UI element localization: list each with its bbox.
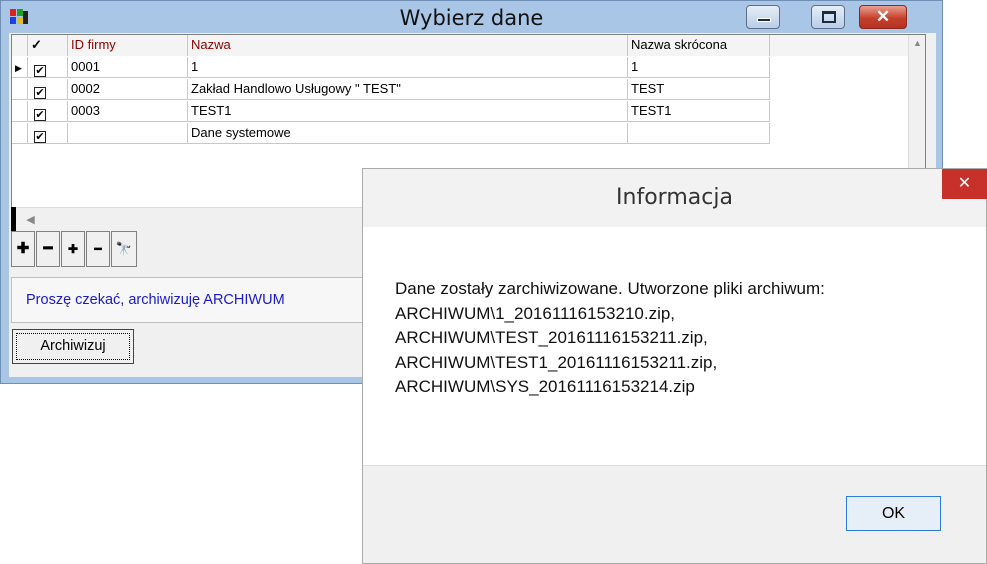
window-title: Wybierz dane	[399, 6, 544, 30]
row-indicator	[12, 101, 28, 122]
plus-small-icon: ✚	[67, 242, 79, 256]
grid-indicator-bar	[11, 207, 16, 231]
row-indicator: ▶	[12, 57, 28, 78]
dialog-footer: OK	[363, 465, 986, 563]
archive-button[interactable]: Archiwizuj	[12, 329, 134, 364]
close-icon: ✕	[875, 7, 891, 26]
row-checkbox[interactable]: ✔	[34, 65, 46, 77]
cell-name[interactable]: TEST1	[188, 101, 628, 122]
maximize-icon	[822, 11, 836, 23]
cell-id[interactable]	[68, 123, 188, 144]
status-text: Proszę czekać, archiwizuję ARCHIWUM	[26, 292, 285, 308]
scroll-left-icon[interactable]: ◀	[22, 210, 39, 230]
column-header-short-name[interactable]: Nazwa skrócona	[628, 35, 770, 56]
information-dialog: Informacja ✕ Dane zostały zarchiwizowane…	[362, 168, 987, 564]
message-line: ARCHIWUM\TEST_20161116153211.zip,	[395, 328, 708, 347]
binoculars-icon: 🔭	[115, 241, 133, 256]
maximize-button[interactable]	[811, 5, 845, 29]
message-line: ARCHIWUM\1_20161116153210.zip,	[395, 303, 676, 323]
cell-id[interactable]: 0003	[68, 101, 188, 122]
remove-all-button[interactable]: ━	[86, 231, 110, 267]
message-line: ARCHIWUM\SYS_20161116153214.zip	[395, 377, 695, 396]
cell-name[interactable]: 1	[188, 57, 628, 78]
cell-id[interactable]: 0001	[68, 57, 188, 78]
message-line: Dane zostały zarchiwizowane. Utworzone p…	[395, 279, 825, 298]
delete-record-button[interactable]: ━	[36, 231, 60, 267]
cell-name[interactable]: Zakład Handlowo Usługowy " TEST"	[188, 79, 628, 100]
minimize-button[interactable]	[746, 5, 780, 29]
minus-small-icon: ━	[94, 242, 102, 256]
table-row[interactable]: ▶ ✔ 0001 1 1	[12, 57, 770, 78]
row-checkbox[interactable]: ✔	[34, 131, 46, 143]
table-row[interactable]: ✔ Dane systemowe	[12, 123, 770, 144]
cell-short-name[interactable]	[628, 123, 770, 144]
minus-icon: ━	[43, 240, 53, 257]
cell-name[interactable]: Dane systemowe	[188, 123, 628, 144]
plus-icon: ✚	[16, 240, 30, 257]
row-checkbox[interactable]: ✔	[34, 87, 46, 99]
add-record-button[interactable]: ✚	[11, 231, 35, 267]
cell-short-name[interactable]: TEST1	[628, 101, 770, 122]
column-header-id[interactable]: ID firmy	[68, 35, 188, 56]
scroll-up-icon[interactable]: ▲	[909, 35, 926, 52]
dialog-title: Informacja	[363, 169, 986, 227]
ok-button[interactable]: OK	[846, 496, 941, 531]
check-column-header[interactable]: ✓	[28, 35, 68, 56]
search-button[interactable]: 🔭	[111, 231, 137, 267]
check-header-icon: ✓	[31, 37, 42, 52]
close-button[interactable]: ✕	[859, 5, 907, 29]
minimize-icon	[757, 18, 771, 22]
row-check-cell[interactable]: ✔	[28, 101, 68, 122]
dialog-close-button[interactable]: ✕	[942, 169, 987, 199]
row-indicator	[12, 79, 28, 100]
row-check-cell[interactable]: ✔	[28, 123, 68, 144]
cell-id[interactable]: 0002	[68, 79, 188, 100]
close-icon: ✕	[957, 175, 972, 192]
column-header-empty	[770, 35, 908, 56]
dialog-message: Dane zostały zarchiwizowane. Utworzone p…	[395, 277, 825, 400]
grid-header: ✓ ID firmy Nazwa Nazwa skrócona	[12, 35, 908, 56]
row-check-cell[interactable]: ✔	[28, 79, 68, 100]
indicator-header	[12, 35, 28, 56]
table-row[interactable]: ✔ 0003 TEST1 TEST1	[12, 101, 770, 122]
row-checkbox[interactable]: ✔	[34, 109, 46, 121]
row-indicator-icon: ▶	[15, 63, 22, 73]
table-row[interactable]: ✔ 0002 Zakład Handlowo Usługowy " TEST" …	[12, 79, 770, 100]
message-line: ARCHIWUM\TEST1_20161116153211.zip,	[395, 352, 718, 372]
cell-short-name[interactable]: TEST	[628, 79, 770, 100]
add-all-button[interactable]: ✚	[61, 231, 85, 267]
archive-button-focus-ring	[16, 333, 130, 360]
row-check-cell[interactable]: ✔	[28, 57, 68, 78]
column-header-name[interactable]: Nazwa	[188, 35, 628, 56]
row-indicator	[12, 123, 28, 144]
main-titlebar[interactable]: Wybierz dane ✕	[1, 1, 942, 33]
cell-short-name[interactable]: 1	[628, 57, 770, 78]
